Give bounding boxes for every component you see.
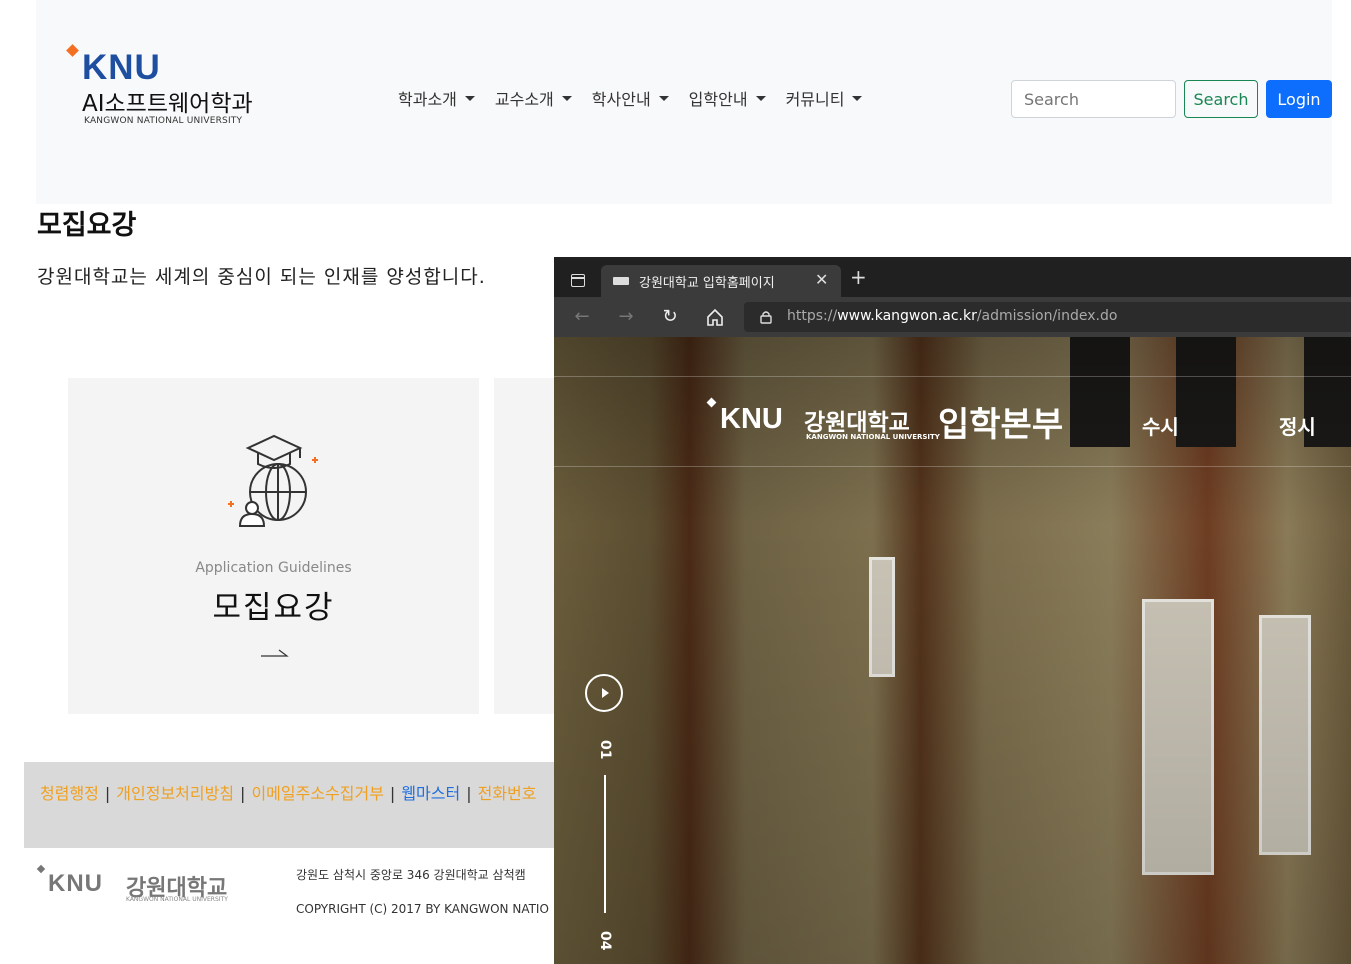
footer-link-email-refusal[interactable]: 이메일주소수집거부	[251, 784, 383, 803]
menu-regular-admission[interactable]: 정시	[1279, 411, 1316, 440]
footer-link-webmaster[interactable]: 웹마스터	[401, 784, 460, 803]
site-logo[interactable]: KNU AI소프트웨어학과 KANGWON NATIONAL UNIVERSIT…	[66, 44, 288, 134]
card-application-guidelines[interactable]: Application Guidelines 모집요강	[68, 378, 479, 714]
footer-link-integrity[interactable]: 청렴행정	[40, 784, 99, 803]
nav-item-label: 교수소개	[494, 90, 554, 109]
footer-logo-sub: KANGWON NATIONAL UNIVERSITY	[126, 896, 228, 903]
url-path: /admission/index.do	[976, 308, 1118, 324]
url-host: www.kangwon.ac.kr	[837, 308, 977, 324]
caret-down-icon	[561, 95, 572, 101]
caret-down-icon	[852, 95, 863, 101]
forward-arrow-icon[interactable]: →	[615, 306, 637, 328]
separator: |	[240, 784, 246, 803]
browser-tab-active[interactable]: 강원대학교 입학홈페이지 ✕	[601, 265, 841, 297]
admission-logo-sub: KANGWON NATIONAL UNIVERSITY	[806, 433, 940, 441]
separator: |	[389, 784, 396, 803]
card-label-korean: 모집요강	[212, 590, 335, 626]
page-description: 강원대학교는 세계의 중심이 되는 인재를 양성합니다.	[37, 266, 486, 288]
menu-early-admission[interactable]: 수시	[1142, 411, 1179, 440]
logo-knu-text: KNU	[82, 48, 161, 87]
search-input[interactable]	[1011, 80, 1176, 118]
arrow-right-icon	[261, 649, 289, 657]
separator: |	[466, 784, 472, 803]
tab-actions-icon[interactable]	[571, 274, 585, 287]
nav-item-label: 입학안내	[688, 90, 748, 109]
card-label-english: Application Guidelines	[195, 560, 352, 576]
nav-item-admission[interactable]: 입학안내	[689, 86, 766, 110]
browser-address-bar: ← → ↻ https://www.kangwon.ac.kr/admissio…	[554, 297, 1351, 337]
nav-item-academics[interactable]: 학사안내	[592, 86, 669, 110]
nav-item-professors[interactable]: 교수소개	[495, 86, 572, 110]
page-root: KNU AI소프트웨어학과 KANGWON NATIONAL UNIVERSIT…	[0, 0, 1351, 964]
browser-window: 강원대학교 입학홈페이지 ✕ + ← → ↻ https://www.kangw…	[554, 257, 1351, 964]
admission-logo-title: 입학본부	[938, 405, 1064, 445]
nav-item-community[interactable]: 커뮤니티	[786, 86, 863, 110]
logo-university-subtitle: KANGWON NATIONAL UNIVERSITY	[84, 116, 243, 126]
play-icon[interactable]	[585, 674, 623, 712]
footer-links: 청렴행정 | 개인정보처리방침 | 이메일주소수집거부 | 웹마스터 | 전화번호	[40, 780, 536, 804]
url-prefix: https://	[787, 308, 838, 324]
footer-link-phone[interactable]: 전화번호	[478, 784, 537, 803]
home-icon[interactable]	[704, 306, 726, 328]
browser-tab-bar: 강원대학교 입학홈페이지 ✕ +	[554, 257, 1351, 297]
nav-item-department[interactable]: 학과소개	[398, 86, 475, 110]
divider	[554, 376, 1351, 377]
close-icon[interactable]: ✕	[815, 270, 828, 289]
footer-logo: KNU 강원대학교 KANGWON NATIONAL UNIVERSITY	[36, 864, 246, 908]
footer-copyright: COPYRIGHT (C) 2017 BY KANGWON NATIO	[296, 902, 549, 916]
url-field[interactable]: https://www.kangwon.ac.kr/admission/inde…	[744, 302, 1351, 332]
graduation-globe-icon	[228, 434, 318, 527]
caret-down-icon	[658, 95, 669, 101]
new-tab-plus-icon[interactable]: +	[850, 267, 867, 287]
logo-department-title: AI소프트웨어학과	[82, 91, 253, 117]
admission-logo-name: 강원대학교	[804, 410, 910, 436]
page-title: 모집요강	[37, 210, 137, 241]
browser-viewport: KNU 강원대학교 KANGWON NATIONAL UNIVERSITY 입학…	[554, 337, 1351, 964]
footer-logo-knu: KNU	[48, 870, 103, 897]
footer-link-privacy[interactable]: 개인정보처리방침	[116, 784, 234, 803]
slide-total-number: 04	[597, 931, 613, 951]
url-text: https://www.kangwon.ac.kr/admission/inde…	[787, 308, 1117, 324]
lock-icon	[760, 311, 772, 324]
logo-dot-icon	[36, 864, 46, 874]
caret-down-icon	[464, 95, 475, 101]
refresh-icon[interactable]: ↻	[659, 306, 681, 328]
admission-logo-knu: KNU	[720, 403, 783, 435]
site-navbar: KNU AI소프트웨어학과 KANGWON NATIONAL UNIVERSIT…	[36, 0, 1332, 204]
slide-current-number: 01	[597, 740, 613, 760]
nav-item-label: 학사안내	[591, 90, 651, 109]
footer-links-bar: 청렴행정 | 개인정보처리방침 | 이메일주소수집거부 | 웹마스터 | 전화번호	[24, 762, 564, 848]
site-favicon-icon	[613, 277, 629, 285]
caret-down-icon	[755, 95, 766, 101]
logo-dot-icon	[66, 44, 79, 57]
divider	[554, 466, 1351, 467]
main-nav: 학과소개 교수소개 학사안내 입학안내 커뮤니티	[398, 86, 863, 110]
slide-progress-line	[604, 775, 606, 913]
search-button[interactable]: Search	[1184, 80, 1258, 118]
footer-address: 강원도 삼척시 중앙로 346 강원대학교 삼척캠	[296, 868, 526, 882]
login-button[interactable]: Login	[1266, 80, 1332, 118]
nav-item-label: 학과소개	[398, 90, 457, 109]
tab-title: 강원대학교 입학홈페이지	[639, 276, 775, 291]
nav-item-label: 커뮤니티	[785, 90, 845, 109]
separator: |	[104, 784, 111, 803]
back-arrow-icon[interactable]: ←	[571, 306, 593, 328]
